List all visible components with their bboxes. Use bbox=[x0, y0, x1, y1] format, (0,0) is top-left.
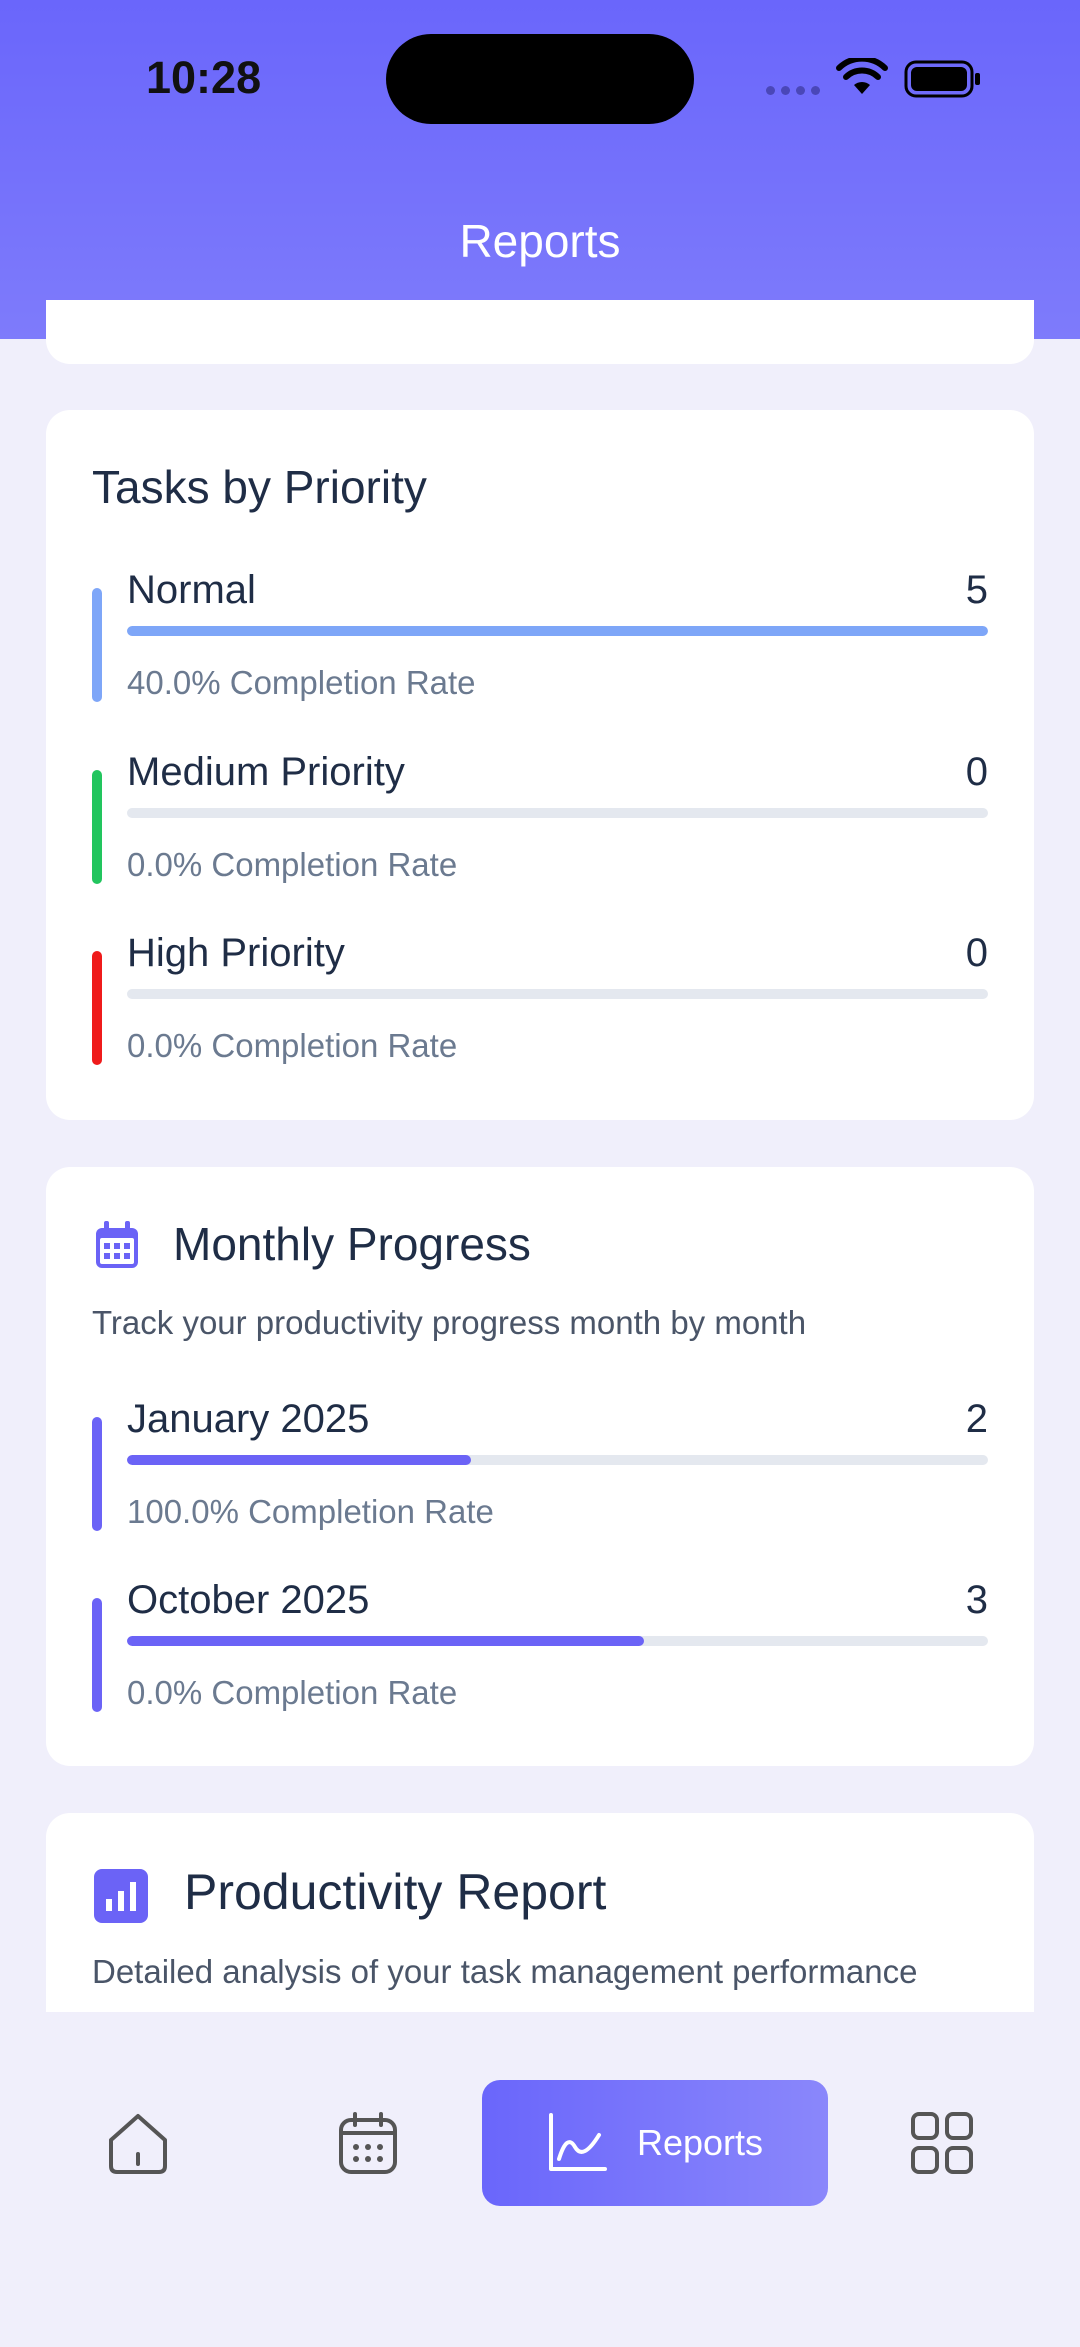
completion-rate: 0.0% Completion Rate bbox=[127, 1674, 458, 1711]
dynamic-island bbox=[386, 34, 694, 124]
line-chart-icon bbox=[548, 2113, 607, 2171]
priority-accent bbox=[92, 951, 102, 1065]
completion-rate: 40.0% Completion Rate bbox=[127, 664, 476, 701]
priority-count: 0 bbox=[965, 750, 988, 794]
nav-reports-label: Reports bbox=[636, 2122, 764, 2163]
progress-fill bbox=[127, 626, 988, 636]
priority-accent bbox=[92, 770, 102, 884]
calendar-icon bbox=[96, 1221, 138, 1268]
priority-label: Medium Priority bbox=[127, 750, 405, 794]
month-count: 3 bbox=[965, 1578, 988, 1622]
grid-icon bbox=[911, 2112, 973, 2174]
priority-row-normal: Normal 5 40.0% Completion Rate bbox=[92, 568, 988, 702]
battery-icon bbox=[904, 60, 980, 98]
progress-track bbox=[127, 989, 988, 999]
home-icon bbox=[109, 2114, 167, 2174]
productivity-report-subtitle: Detailed analysis of your task managemen… bbox=[92, 1953, 918, 1990]
productivity-report-title: Productivity Report bbox=[184, 1864, 607, 1920]
progress-fill bbox=[127, 1455, 472, 1465]
priority-count: 0 bbox=[965, 931, 988, 975]
nav-home-button[interactable] bbox=[82, 2080, 194, 2206]
priority-row-medium: Medium Priority 0 0.0% Completion Rate bbox=[92, 750, 988, 884]
progress-track bbox=[127, 1636, 988, 1646]
previous-card bbox=[46, 300, 1034, 364]
progress-track bbox=[127, 626, 988, 636]
tasks-by-priority-title: Tasks by Priority bbox=[92, 461, 427, 513]
month-row-october: October 2025 3 0.0% Completion Rate bbox=[92, 1578, 988, 1712]
nav-apps-button[interactable] bbox=[886, 2080, 998, 2206]
bar-chart-icon bbox=[94, 1869, 148, 1923]
monthly-progress-card: Monthly Progress Track your productivity… bbox=[46, 1167, 1034, 1766]
nav-reports-button[interactable]: Reports bbox=[482, 2080, 828, 2206]
header-bar: 10:28 Reports bbox=[0, 0, 1080, 339]
progress-track bbox=[127, 1455, 988, 1465]
priority-count: 5 bbox=[965, 568, 988, 612]
status-time: 10:28 bbox=[146, 52, 262, 103]
completion-rate: 100.0% Completion Rate bbox=[127, 1493, 494, 1530]
monthly-progress-title: Monthly Progress bbox=[173, 1218, 531, 1270]
completion-rate: 0.0% Completion Rate bbox=[127, 846, 458, 883]
tasks-by-priority-card: Tasks by Priority Normal 5 40.0% Complet… bbox=[46, 410, 1034, 1120]
calendar-icon bbox=[339, 2112, 397, 2174]
priority-label: Normal bbox=[127, 568, 256, 612]
progress-track bbox=[127, 808, 988, 818]
cellular-signal-icon bbox=[766, 86, 820, 95]
wifi-icon bbox=[836, 58, 888, 94]
month-label: January 2025 bbox=[127, 1397, 370, 1441]
month-label: October 2025 bbox=[127, 1578, 370, 1622]
progress-fill bbox=[127, 1636, 644, 1646]
month-row-january: January 2025 2 100.0% Completion Rate bbox=[92, 1397, 988, 1531]
month-accent bbox=[92, 1598, 102, 1712]
page-title: Reports bbox=[459, 215, 621, 267]
monthly-progress-subtitle: Track your productivity progress month b… bbox=[92, 1304, 807, 1341]
month-accent bbox=[92, 1417, 102, 1531]
priority-row-high: High Priority 0 0.0% Completion Rate bbox=[92, 931, 988, 1065]
month-count: 2 bbox=[965, 1397, 988, 1441]
priority-label: High Priority bbox=[127, 931, 345, 975]
priority-accent bbox=[92, 588, 102, 702]
nav-calendar-button[interactable] bbox=[312, 2080, 424, 2206]
completion-rate: 0.0% Completion Rate bbox=[127, 1027, 458, 1064]
